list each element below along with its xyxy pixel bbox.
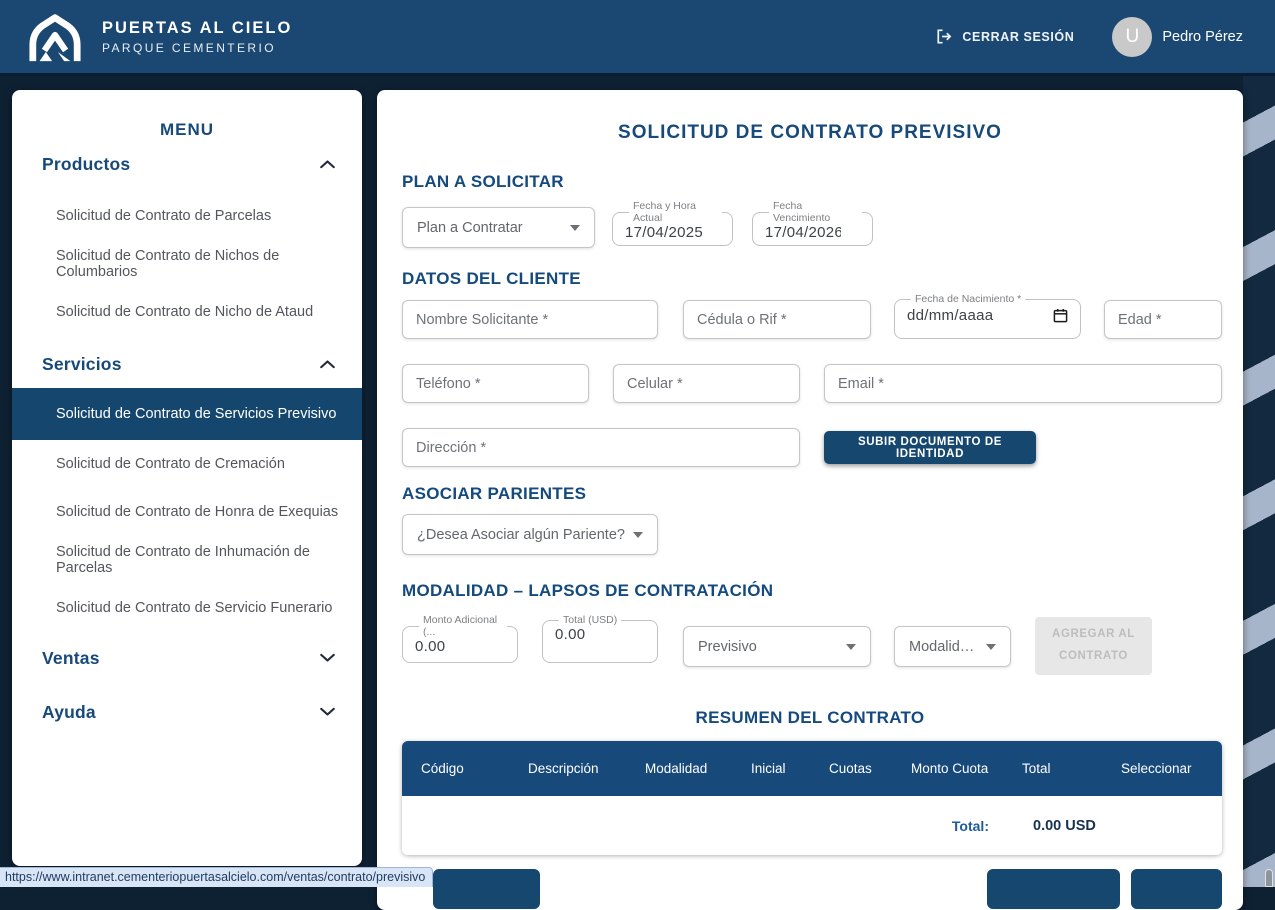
telefono-input[interactable] <box>402 364 589 403</box>
direccion-input[interactable] <box>402 428 800 467</box>
bottom-action-button-1[interactable] <box>433 869 540 909</box>
chevron-up-icon <box>320 359 335 369</box>
brand-title: PUERTAS AL CIELO <box>102 19 292 38</box>
sidebar-item-nicho-ataud[interactable]: Solicitud de Contrato de Nicho de Ataud <box>12 288 362 336</box>
app-header: PUERTAS AL CIELO PARQUE CEMENTERIO CERRA… <box>0 0 1275 76</box>
sidebar-item-honra-exequias[interactable]: Solicitud de Contrato de Honra de Exequi… <box>12 488 362 536</box>
fecha-nacimiento-field[interactable]: Fecha de Nacimiento * dd/mm/aaaa <box>894 293 1081 339</box>
sidebar-item-inhumacion-parcelas[interactable]: Solicitud de Contrato de Inhumación de P… <box>12 536 362 584</box>
contract-form: SOLICITUD DE CONTRATO PREVISIVO PLAN A S… <box>377 90 1243 910</box>
modalidad-select[interactable]: Modalidad de... <box>894 626 1011 667</box>
sidebar-item-parcelas[interactable]: Solicitud de Contrato de Parcelas <box>12 192 362 240</box>
logout-button[interactable]: CERRAR SESIÓN <box>934 27 1074 46</box>
fecha-vencimiento-value: 17/04/2026 <box>765 224 841 241</box>
chevron-up-icon <box>320 159 335 169</box>
bottom-action-button-3[interactable] <box>1131 869 1222 909</box>
bottom-action-button-2[interactable] <box>987 869 1120 909</box>
section-heading-cliente: DATOS DEL CLIENTE <box>402 269 581 289</box>
tipo-contrato-select-label: Previsivo <box>698 639 757 655</box>
tipo-contrato-select[interactable]: Previsivo <box>683 626 871 667</box>
dropdown-arrow-icon <box>846 644 856 650</box>
background-pattern <box>1243 76 1275 887</box>
sidebar-section-label: Productos <box>42 154 130 175</box>
fecha-actual-value: 17/04/2025 <box>625 224 703 241</box>
column-header-cuotas: Cuotas <box>810 761 892 776</box>
total-usd-label: Total (USD) <box>559 614 621 626</box>
section-heading-plan: PLAN A SOLICITAR <box>402 172 564 192</box>
fecha-actual-label: Fecha y Hora Actual <box>629 200 722 224</box>
dropdown-arrow-icon <box>570 225 580 231</box>
nombre-solicitante-input[interactable] <box>402 300 658 339</box>
sidebar-section-productos[interactable]: Productos <box>12 153 362 175</box>
sidebar: MENU Productos Solicitud de Contrato de … <box>12 90 362 866</box>
celular-input[interactable] <box>613 364 800 403</box>
fecha-vencimiento-label: Fecha Vencimiento <box>769 200 862 224</box>
summary-table-header: Código Descripción Modalidad Inicial Cuo… <box>402 741 1222 796</box>
asociar-pariente-select-label: ¿Desea Asociar algún Pariente? <box>417 527 625 543</box>
monto-adicional-value: 0.00 <box>415 638 445 655</box>
sidebar-section-ventas[interactable]: Ventas <box>12 647 362 669</box>
column-header-codigo: Código <box>402 761 509 776</box>
sidebar-item-servicios-previsivo[interactable]: Solicitud de Contrato de Servicios Previ… <box>12 388 362 440</box>
user-name: Pedro Pérez <box>1162 29 1243 45</box>
monto-adicional-field[interactable]: Monto Adicional (... 0.00 <box>402 614 518 663</box>
dropdown-arrow-icon <box>633 532 643 538</box>
total-usd-value: 0.00 <box>555 626 585 643</box>
brand-logo-icon <box>24 10 86 64</box>
logout-icon <box>934 27 953 46</box>
calendar-icon[interactable] <box>1053 308 1068 323</box>
column-header-inicial: Inicial <box>732 761 810 776</box>
edad-input[interactable] <box>1104 300 1222 339</box>
column-header-total: Total <box>1003 761 1102 776</box>
fecha-actual-field[interactable]: Fecha y Hora Actual 17/04/2025 <box>612 200 733 246</box>
summary-total-label: Total: <box>892 818 1003 834</box>
fecha-nacimiento-value: dd/mm/aaaa <box>907 307 993 324</box>
statusbar-url-tooltip: https://www.intranet.cementeriopuertasal… <box>0 867 433 887</box>
agregar-al-contrato-button[interactable]: AGREGAR AL CONTRATO <box>1035 617 1152 675</box>
page-title: SOLICITUD DE CONTRATO PREVISIVO <box>377 122 1243 144</box>
section-heading-resumen: RESUMEN DEL CONTRATO <box>377 708 1243 728</box>
section-heading-modalidad: MODALIDAD – LAPSOS DE CONTRATACIÓN <box>402 581 773 601</box>
modalidad-select-label: Modalidad de... <box>909 639 978 655</box>
sidebar-section-ayuda[interactable]: Ayuda <box>12 701 362 723</box>
email-input[interactable] <box>824 364 1222 403</box>
chevron-down-icon <box>320 653 335 663</box>
sidebar-item-nichos-columbarios[interactable]: Solicitud de Contrato de Nichos de Colum… <box>12 240 362 288</box>
cedula-rif-input[interactable] <box>683 300 871 339</box>
scrollbar-thumb[interactable] <box>1265 869 1273 887</box>
plan-select-label: Plan a Contratar <box>417 220 523 236</box>
sidebar-item-cremacion[interactable]: Solicitud de Contrato de Cremación <box>12 440 362 488</box>
sidebar-section-servicios[interactable]: Servicios <box>12 353 362 375</box>
plan-select[interactable]: Plan a Contratar <box>402 207 595 248</box>
asociar-pariente-select[interactable]: ¿Desea Asociar algún Pariente? <box>402 514 658 555</box>
avatar: U <box>1112 17 1152 57</box>
chevron-down-icon <box>320 707 335 717</box>
brand-subtitle: PARQUE CEMENTERIO <box>102 41 292 55</box>
fecha-vencimiento-field[interactable]: Fecha Vencimiento 17/04/2026 <box>752 200 873 246</box>
sidebar-section-label: Ayuda <box>42 702 96 723</box>
section-heading-parientes: ASOCIAR PARIENTES <box>402 484 586 504</box>
column-header-modalidad: Modalidad <box>626 761 732 776</box>
brand: PUERTAS AL CIELO PARQUE CEMENTERIO <box>24 10 292 64</box>
monto-adicional-label: Monto Adicional (... <box>419 614 507 638</box>
sidebar-title: MENU <box>12 90 362 120</box>
contract-summary-table: Código Descripción Modalidad Inicial Cuo… <box>402 741 1222 855</box>
user-menu[interactable]: U Pedro Pérez <box>1112 17 1243 57</box>
sidebar-section-label: Servicios <box>42 354 122 375</box>
summary-total-value: 0.00 USD <box>1003 818 1102 834</box>
sidebar-item-servicio-funerario[interactable]: Solicitud de Contrato de Servicio Funera… <box>12 584 362 632</box>
fecha-nacimiento-label: Fecha de Nacimiento * <box>911 293 1025 305</box>
logout-label: CERRAR SESIÓN <box>962 30 1074 44</box>
summary-total-row: Total: 0.00 USD <box>402 796 1222 855</box>
sidebar-section-label: Ventas <box>42 648 100 669</box>
column-header-monto-cuota: Monto Cuota <box>892 761 1003 776</box>
dropdown-arrow-icon <box>986 644 996 650</box>
column-header-descripcion: Descripción <box>509 761 626 776</box>
column-header-seleccionar: Seleccionar <box>1102 761 1222 776</box>
total-usd-field[interactable]: Total (USD) 0.00 <box>542 614 658 663</box>
subir-documento-button[interactable]: SUBIR DOCUMENTO DE IDENTIDAD <box>824 431 1036 464</box>
